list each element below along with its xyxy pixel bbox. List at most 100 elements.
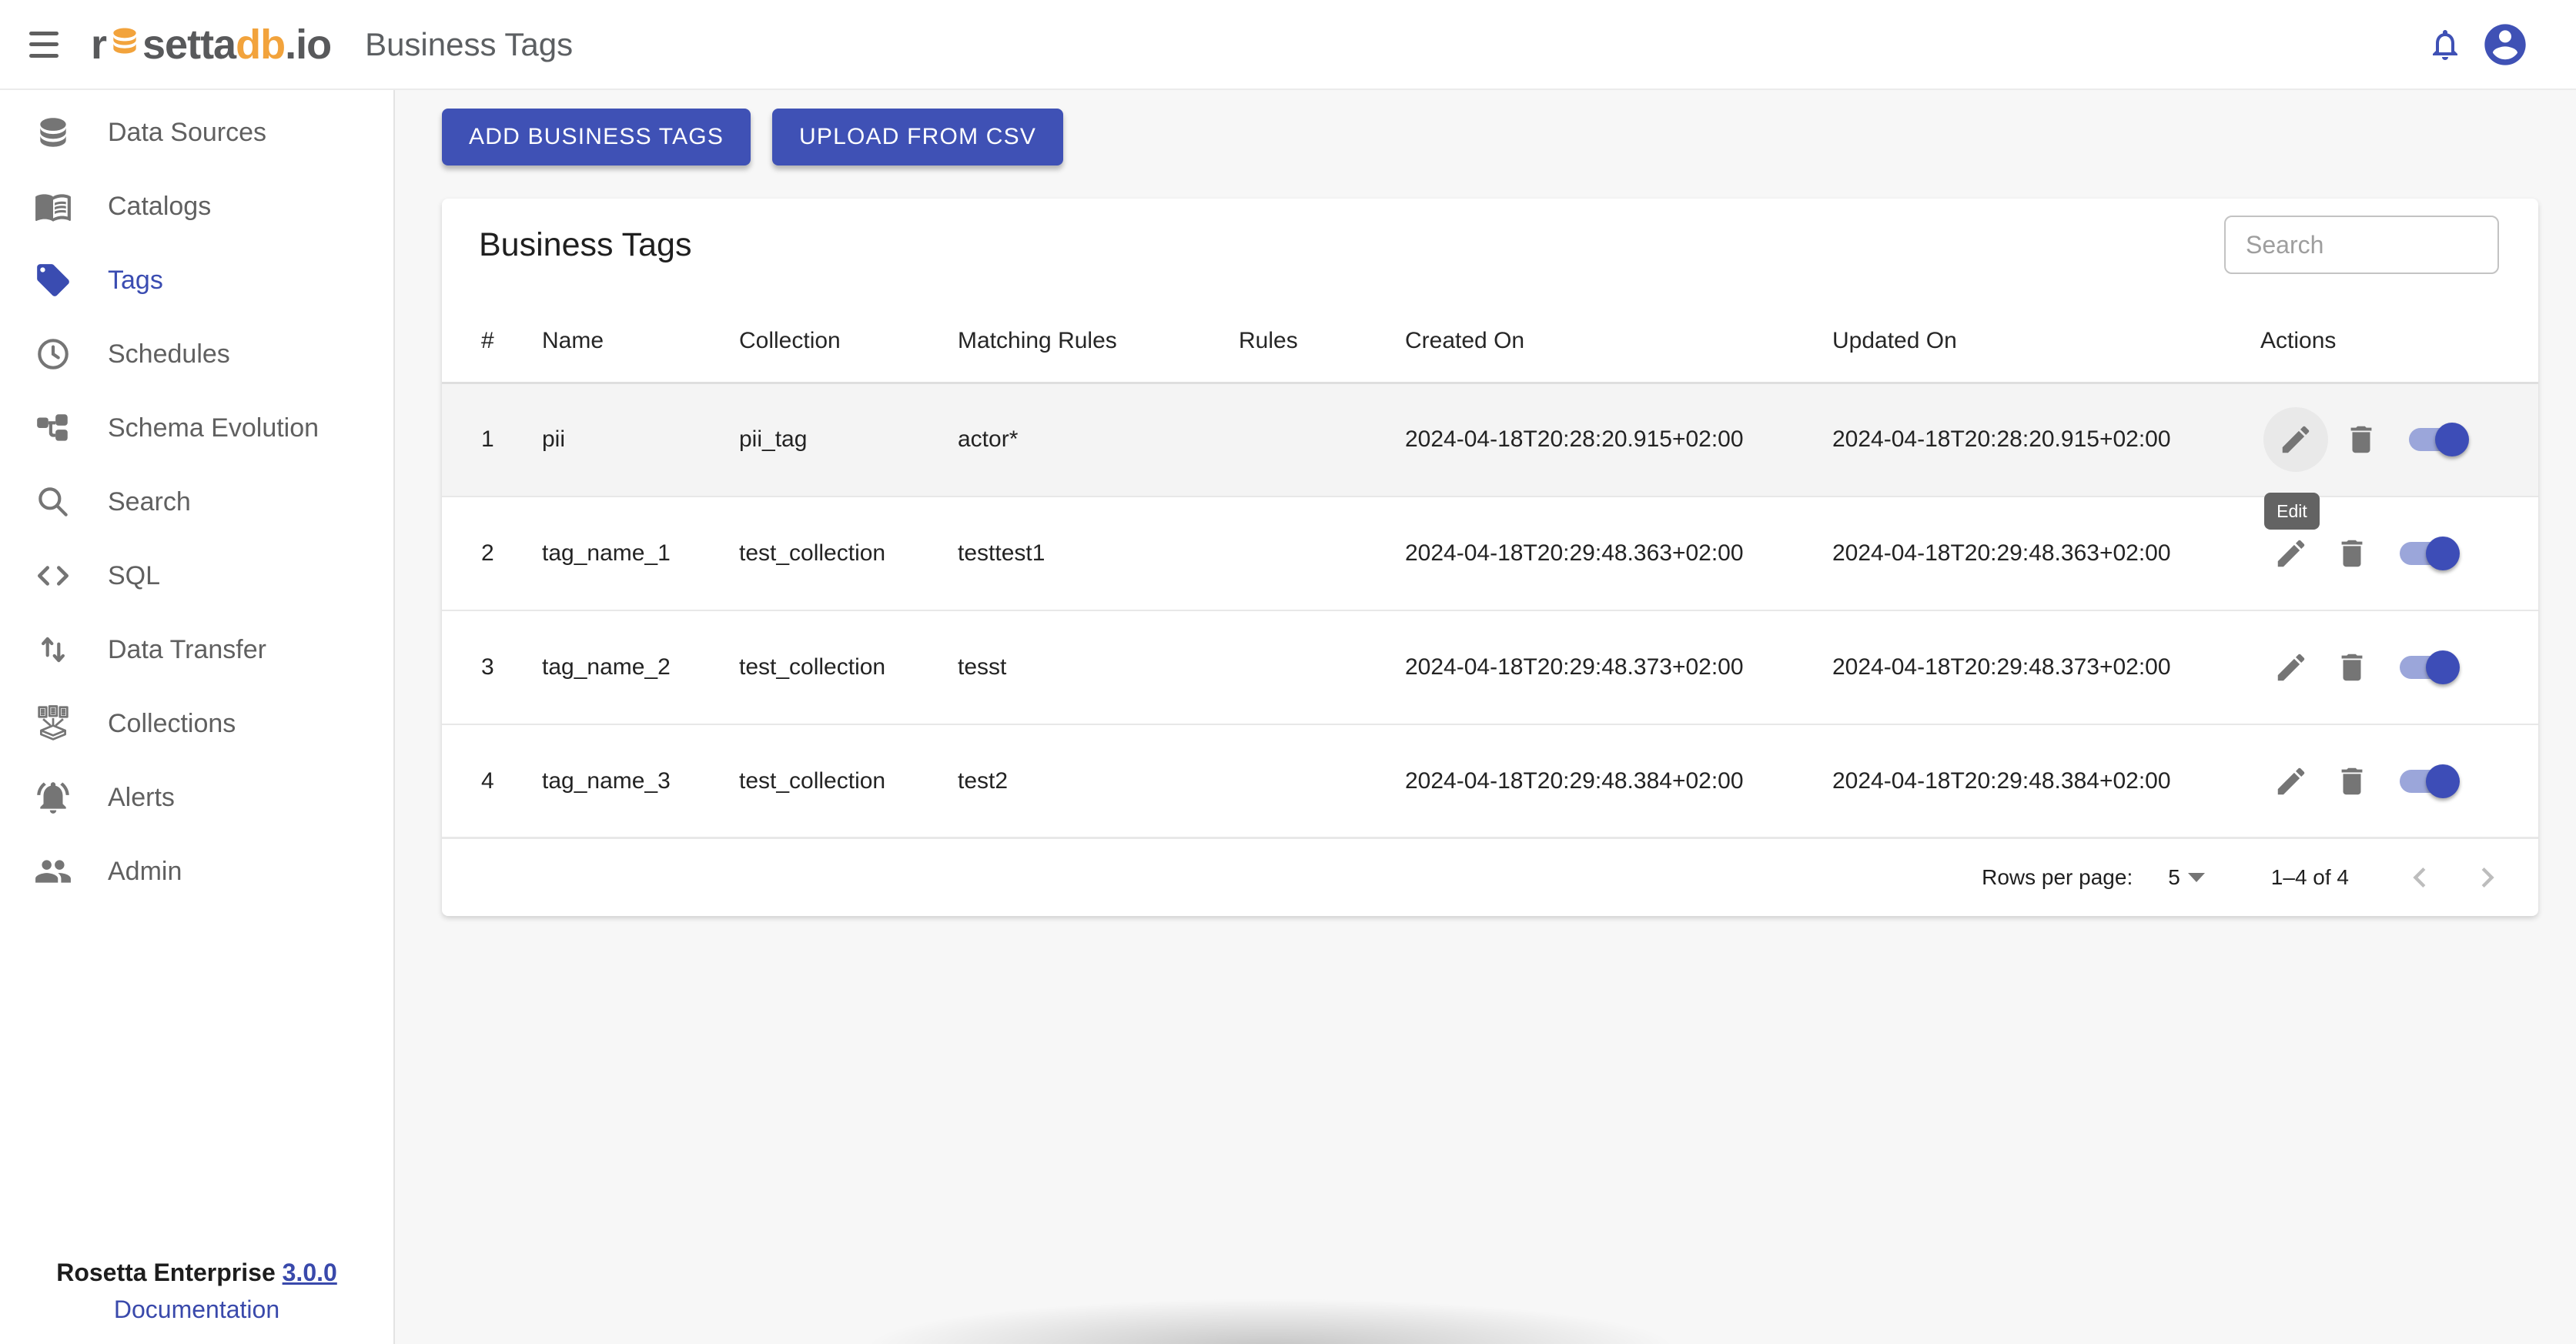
table-row: 3 tag_name_2 test_collection tesst 2024-… [442, 610, 2538, 724]
rows-per-page-value: 5 [2168, 865, 2180, 890]
cell-name: tag_name_2 [542, 610, 739, 724]
sidebar-item-label: Data Transfer [108, 635, 266, 665]
cell-matching-rules: test2 [958, 724, 1239, 838]
menu-hamburger-icon[interactable] [29, 32, 59, 58]
enabled-toggle[interactable] [2400, 764, 2460, 798]
cell-updated-on: 2024-04-18T20:29:48.373+02:00 [1832, 610, 2260, 724]
edit-button[interactable] [2263, 407, 2328, 472]
trash-icon [2334, 650, 2370, 685]
rows-per-page-select[interactable]: 5 [2168, 865, 2205, 890]
cell-created-on: 2024-04-18T20:28:20.915+02:00 [1405, 383, 1832, 496]
delete-button[interactable] [2324, 635, 2380, 700]
add-business-tags-button[interactable]: ADD BUSINESS TAGS [442, 109, 751, 165]
trash-icon [2334, 536, 2370, 571]
cell-matching-rules: tesst [958, 610, 1239, 724]
cell-index: 4 [442, 724, 542, 838]
chevron-right-icon [2467, 858, 2507, 898]
card-title: Business Tags [479, 226, 691, 264]
enabled-toggle[interactable] [2400, 650, 2460, 684]
sidebar-item-sql[interactable]: SQL [0, 539, 393, 613]
delete-button[interactable] [2324, 749, 2380, 814]
delete-button[interactable] [2333, 407, 2389, 472]
product-name: Rosetta Enterprise [56, 1259, 276, 1286]
cell-matching-rules: actor* [958, 383, 1239, 496]
sidebar-item-schema-evolution[interactable]: Schema Evolution [0, 391, 393, 465]
sidebar-nav: Data Sources Catalogs Tags Schedules Sch… [0, 90, 393, 908]
cell-index: 3 [442, 610, 542, 724]
edit-button[interactable] [2263, 635, 2319, 700]
cell-collection: pii_tag [739, 383, 958, 496]
alert-bell-icon [34, 778, 72, 817]
col-header-rules: Rules [1239, 300, 1405, 383]
sidebar-item-tags[interactable]: Tags [0, 243, 393, 317]
pencil-icon [2273, 536, 2309, 571]
col-header-collection: Collection [739, 300, 958, 383]
trash-icon [2334, 764, 2370, 799]
product-version-line: Rosetta Enterprise 3.0.0 [0, 1254, 393, 1291]
sidebar-item-catalogs[interactable]: Catalogs [0, 169, 393, 243]
previous-page-button[interactable] [2400, 858, 2440, 898]
edit-tooltip: Edit [2264, 493, 2320, 530]
pencil-icon [2273, 764, 2309, 799]
sidebar: Data Sources Catalogs Tags Schedules Sch… [0, 90, 395, 1344]
logo-text-r: r [91, 21, 106, 69]
trash-icon [2343, 422, 2379, 457]
user-avatar[interactable] [2481, 20, 2530, 69]
database-icon [34, 113, 72, 152]
search-input[interactable] [2224, 216, 2499, 274]
table-header-row: # Name Collection Matching Rules Rules C… [442, 300, 2538, 383]
cell-created-on: 2024-04-18T20:29:48.363+02:00 [1405, 496, 1832, 610]
cell-updated-on: 2024-04-18T20:29:48.384+02:00 [1832, 724, 2260, 838]
cell-collection: test_collection [739, 496, 958, 610]
cell-rules [1239, 724, 1405, 838]
sidebar-item-search[interactable]: Search [0, 465, 393, 539]
enabled-toggle[interactable] [2400, 537, 2460, 570]
app-logo[interactable]: rsettadb.io [91, 18, 331, 70]
sidebar-item-label: Catalogs [108, 192, 211, 222]
app-root: rsettadb.io Business Tags Data Sources C… [0, 0, 2576, 1344]
col-header-updated-on: Updated On [1832, 300, 2260, 383]
caret-down-icon [2188, 873, 2205, 882]
col-header-name: Name [542, 300, 739, 383]
main-content: ADD BUSINESS TAGS UPLOAD FROM CSV Busine… [396, 92, 2576, 1344]
top-bar: rsettadb.io Business Tags [0, 0, 2576, 90]
edit-button[interactable] [2263, 749, 2319, 814]
cell-name: tag_name_1 [542, 496, 739, 610]
documentation-link[interactable]: Documentation [114, 1291, 279, 1328]
cell-matching-rules: testtest1 [958, 496, 1239, 610]
sidebar-item-data-transfer[interactable]: Data Transfer [0, 613, 393, 687]
cell-actions [2260, 724, 2538, 838]
clock-icon [34, 335, 72, 373]
sidebar-item-data-sources[interactable]: Data Sources [0, 95, 393, 169]
logo-text-db: db [236, 21, 285, 69]
sidebar-footer: Rosetta Enterprise 3.0.0 Documentation [0, 1254, 393, 1333]
pagination-range: 1–4 of 4 [2271, 865, 2349, 890]
people-icon [34, 852, 72, 891]
table-row: 4 tag_name_3 test_collection test2 2024-… [442, 724, 2538, 838]
collections-icon [34, 704, 72, 743]
sidebar-item-label: Data Sources [108, 118, 266, 148]
edit-button[interactable] [2263, 521, 2319, 586]
sidebar-item-label: Search [108, 487, 191, 517]
logo-text-setta: setta [142, 21, 236, 69]
table-row: 2 tag_name_1 test_collection testtest1 2… [442, 496, 2538, 610]
sidebar-item-alerts[interactable]: Alerts [0, 761, 393, 834]
cell-updated-on: 2024-04-18T20:29:48.363+02:00 [1832, 496, 2260, 610]
cell-index: 1 [442, 383, 542, 496]
cell-created-on: 2024-04-18T20:29:48.373+02:00 [1405, 610, 1832, 724]
enabled-toggle[interactable] [2409, 423, 2469, 456]
chevron-left-icon [2400, 858, 2440, 898]
notifications-bell-icon[interactable] [2427, 26, 2464, 63]
cell-collection: test_collection [739, 724, 958, 838]
schema-icon [34, 409, 72, 447]
card-header: Business Tags [442, 199, 2538, 300]
sidebar-item-collections[interactable]: Collections [0, 687, 393, 761]
sidebar-item-schedules[interactable]: Schedules [0, 317, 393, 391]
version-link[interactable]: 3.0.0 [283, 1259, 337, 1286]
book-icon [34, 187, 72, 226]
next-page-button[interactable] [2467, 858, 2507, 898]
delete-button[interactable] [2324, 521, 2380, 586]
sidebar-item-admin[interactable]: Admin [0, 834, 393, 908]
table-row: 1 pii pii_tag actor* 2024-04-18T20:28:20… [442, 383, 2538, 496]
upload-from-csv-button[interactable]: UPLOAD FROM CSV [772, 109, 1063, 165]
